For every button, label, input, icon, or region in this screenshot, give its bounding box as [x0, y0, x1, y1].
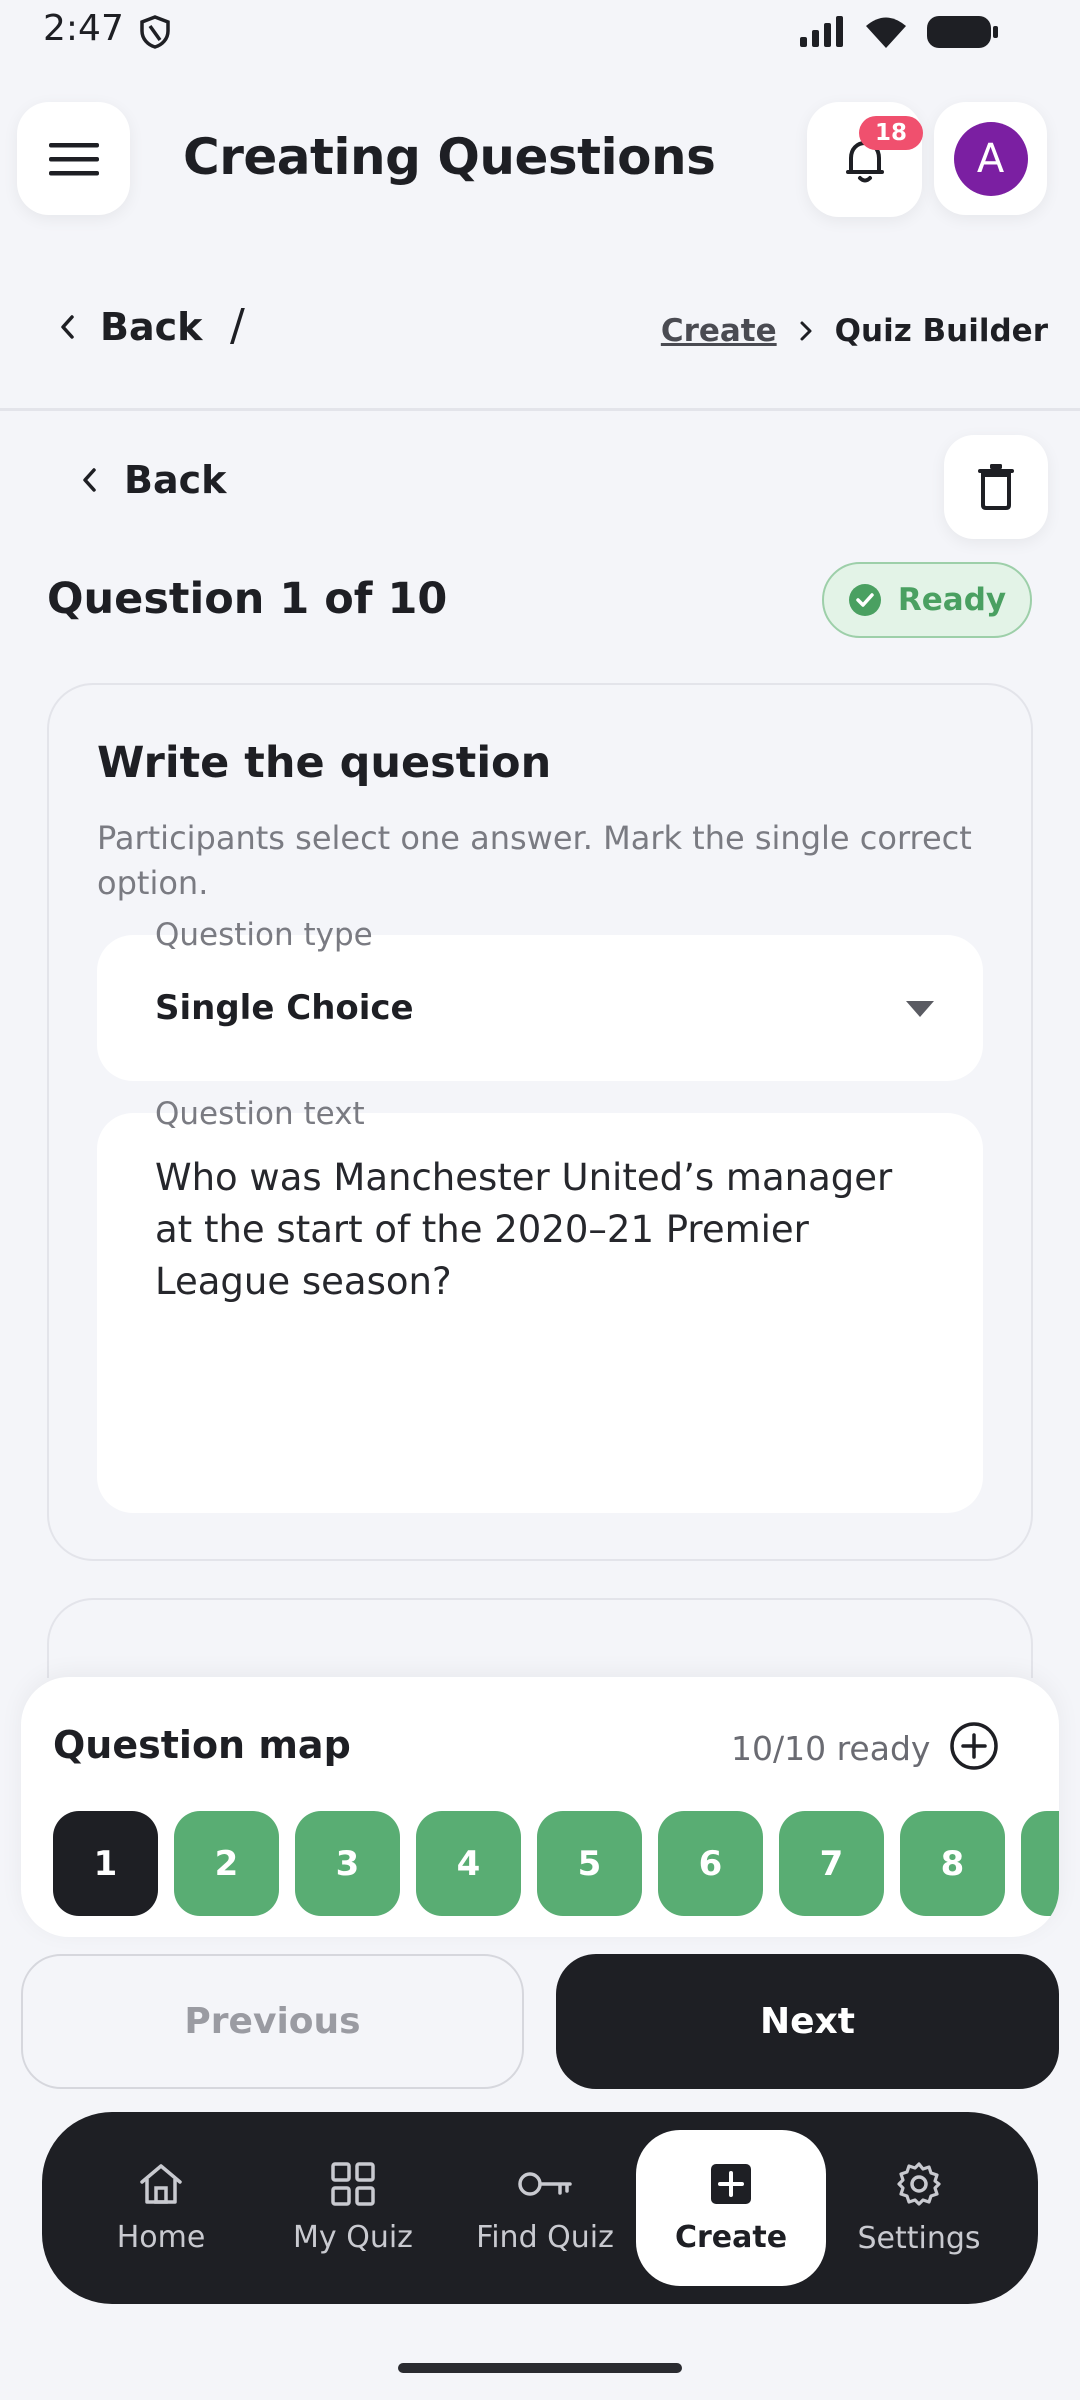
question-map-title: Question map	[53, 1723, 351, 1767]
home-indicator[interactable]	[398, 2363, 682, 2373]
card-description: Participants select one answer. Mark the…	[97, 819, 972, 902]
question-type-value: Single Choice	[155, 988, 414, 1028]
nav-create[interactable]: Create	[636, 2130, 826, 2286]
battery-icon	[926, 14, 1000, 50]
nav-home-label: Home	[116, 2219, 206, 2255]
previous-button[interactable]: Previous	[21, 1954, 524, 2089]
add-question-button[interactable]	[949, 1721, 999, 1771]
question-counter: Question 1 of 10	[47, 574, 448, 624]
chevron-right-icon	[799, 320, 813, 342]
avatar: A	[953, 121, 1028, 196]
nav-find-quiz-label: Find Quiz	[476, 2219, 614, 2255]
bottom-nav: Home My Quiz Find Quiz Create Settings	[42, 2112, 1038, 2304]
nav-my-quiz-label: My Quiz	[293, 2219, 413, 2255]
caret-down-icon	[906, 1001, 934, 1017]
home-icon	[138, 2162, 184, 2206]
next-button[interactable]: Next	[556, 1954, 1059, 2089]
breadcrumb-current: Quiz Builder	[834, 313, 1048, 349]
question-map-panel: Question map 10/10 ready 12345678910	[21, 1677, 1059, 1937]
plus-circle-icon	[949, 1721, 999, 1771]
question-map-item-7[interactable]: 7	[779, 1811, 884, 1916]
check-circle-icon	[848, 583, 882, 617]
shield-icon	[138, 14, 172, 50]
menu-button[interactable]	[17, 102, 130, 215]
breadcrumb-separator: /	[230, 300, 245, 351]
status-badge: Ready	[822, 562, 1032, 638]
question-text-label: Question text	[155, 1096, 365, 1132]
status-time: 2:47	[43, 8, 124, 49]
wifi-icon	[864, 15, 908, 49]
nav-find-quiz[interactable]: Find Quiz	[450, 2112, 640, 2304]
plus-square-icon	[709, 2162, 753, 2206]
chevron-left-icon	[80, 466, 98, 494]
question-type-label: Question type	[155, 917, 373, 953]
question-map-item-8[interactable]: 8	[900, 1811, 1005, 1916]
nav-settings[interactable]: Settings	[824, 2112, 1014, 2304]
notifications-button[interactable]: 18	[807, 102, 923, 217]
question-map-item-3[interactable]: 3	[295, 1811, 400, 1916]
status-badge-label: Ready	[897, 582, 1007, 618]
chevron-left-icon	[58, 313, 76, 341]
gear-icon	[896, 2161, 942, 2207]
hamburger-icon	[48, 141, 99, 177]
nav-settings-label: Settings	[857, 2220, 981, 2256]
question-map-item-9[interactable]: 9	[1021, 1811, 1059, 1916]
question-map-status: 10/10 ready	[731, 1729, 931, 1768]
status-icons	[798, 14, 1000, 50]
header-divider	[0, 408, 1080, 411]
delete-question-button[interactable]	[944, 435, 1048, 539]
question-map-item-5[interactable]: 5	[537, 1811, 642, 1916]
card-title: Write the question	[97, 738, 552, 788]
breadcrumb-back-button[interactable]: Back	[58, 305, 202, 349]
question-text-value[interactable]: Who was Manchester United’s manager at t…	[155, 1152, 935, 1308]
back-button[interactable]: Back	[80, 458, 226, 502]
question-map-item-1[interactable]: 1	[53, 1811, 158, 1916]
signal-icon	[798, 15, 846, 49]
profile-button[interactable]: A	[934, 102, 1047, 215]
breadcrumb-link-create[interactable]: Create	[661, 313, 777, 349]
key-icon	[516, 2162, 574, 2206]
page-title: Creating Questions	[183, 128, 716, 186]
trash-icon	[977, 464, 1015, 510]
question-map-item-4[interactable]: 4	[416, 1811, 521, 1916]
question-map-item-2[interactable]: 2	[174, 1811, 279, 1916]
back-label: Back	[124, 458, 227, 502]
answers-card	[47, 1598, 1033, 1678]
nav-home[interactable]: Home	[66, 2112, 256, 2304]
nav-create-label: Create	[674, 2219, 788, 2255]
breadcrumb-back-label: Back	[100, 305, 203, 349]
nav-my-quiz[interactable]: My Quiz	[258, 2112, 448, 2304]
notification-badge: 18	[859, 116, 923, 150]
grid-icon	[331, 2161, 375, 2206]
question-map-item-6[interactable]: 6	[658, 1811, 763, 1916]
breadcrumb: Create Quiz Builder	[661, 313, 1048, 349]
question-map-row[interactable]: 12345678910	[53, 1811, 1059, 1916]
